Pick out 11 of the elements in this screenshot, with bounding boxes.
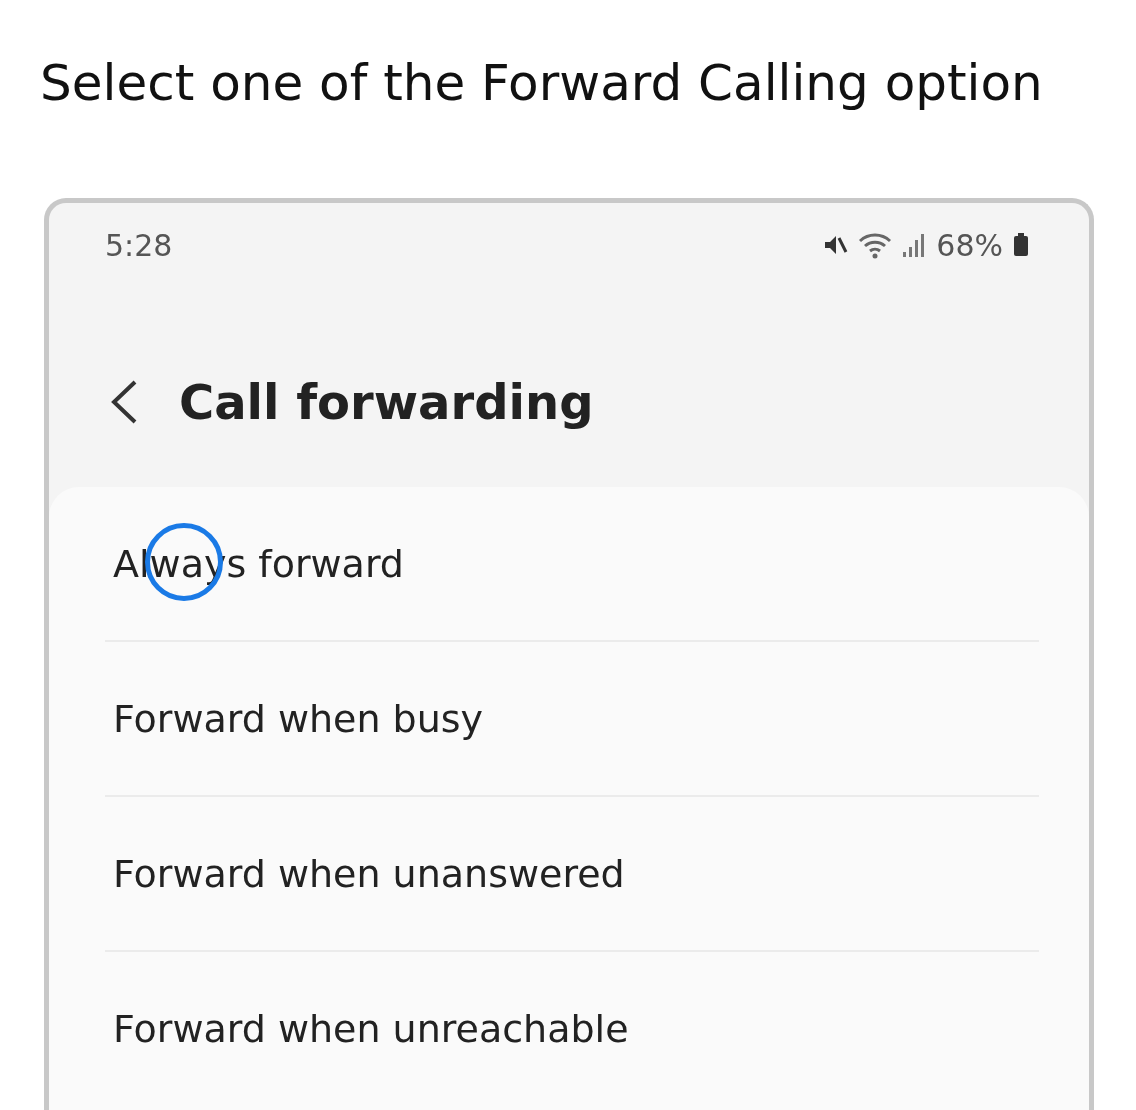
back-icon[interactable] (109, 379, 139, 425)
screen-title: Call forwarding (179, 374, 594, 430)
list-item[interactable]: Forward when unreachable (105, 952, 1039, 1102)
status-time: 5:28 (105, 227, 173, 263)
wifi-icon (858, 231, 893, 259)
battery-percentage: 68% (936, 227, 1003, 263)
list-item[interactable]: Forward when busy (105, 642, 1039, 797)
battery-icon (1013, 233, 1029, 257)
signal-icon (902, 232, 927, 258)
list-item[interactable]: Forward when unanswered (105, 797, 1039, 952)
instruction-heading: Select one of the Forward Calling option (40, 58, 1044, 108)
